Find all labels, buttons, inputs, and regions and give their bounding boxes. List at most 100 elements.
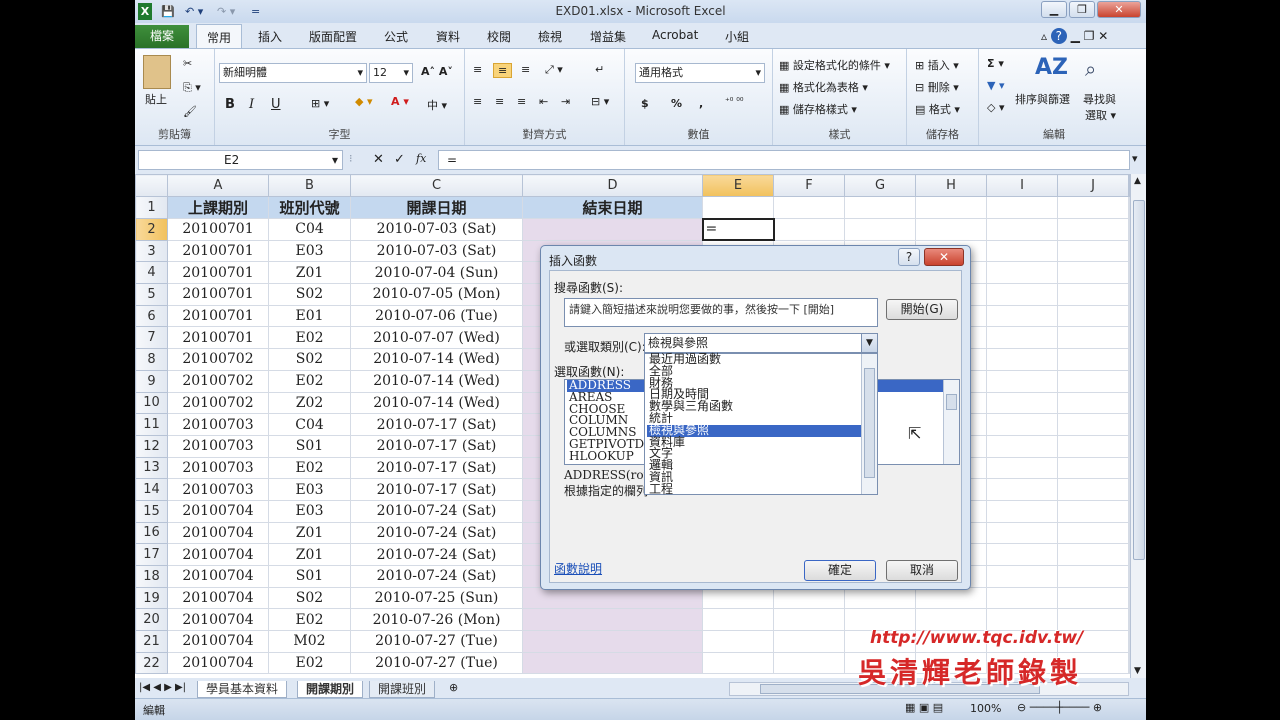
cell[interactable]: 20100703 xyxy=(167,478,269,501)
row-header[interactable]: 8 xyxy=(135,348,168,371)
cell[interactable]: 20100701 xyxy=(167,283,269,306)
cell[interactable] xyxy=(986,196,1058,219)
cell[interactable]: 20100704 xyxy=(167,543,269,566)
cell[interactable] xyxy=(1057,543,1129,566)
cell[interactable]: C04 xyxy=(268,413,351,436)
cancel-button[interactable]: 取消 xyxy=(886,560,958,581)
cell[interactable] xyxy=(702,586,774,610)
cell[interactable] xyxy=(986,218,1058,241)
binoculars-icon[interactable]: ⌕ xyxy=(1085,57,1096,81)
cell[interactable]: 2010-07-06 (Tue) xyxy=(350,304,523,328)
search-function-input[interactable]: 請鍵入簡短描述來說明您要做的事，然後按一下 [開始] xyxy=(564,298,878,327)
row-header[interactable]: 18 xyxy=(135,565,168,588)
cut-icon[interactable]: ✂ xyxy=(183,57,192,70)
cell[interactable]: Z01 xyxy=(268,543,351,566)
cell[interactable] xyxy=(986,456,1058,480)
tab-team[interactable]: 小組 xyxy=(725,28,749,45)
format-cells-button[interactable]: ▤ 格式 ▾ xyxy=(915,101,960,117)
cell[interactable]: 2010-07-26 (Mon) xyxy=(350,608,523,632)
cell[interactable]: 2010-07-24 (Sat) xyxy=(350,565,523,588)
cell[interactable] xyxy=(1057,369,1129,393)
row-header[interactable]: 22 xyxy=(135,651,168,675)
restore-button[interactable]: ❐ xyxy=(1069,1,1095,18)
cell[interactable]: 2010-07-05 (Mon) xyxy=(350,283,523,306)
function-help-link[interactable]: 函數說明 xyxy=(554,560,602,577)
border-icon[interactable]: ⊞ ▾ xyxy=(311,97,329,110)
tab-view[interactable]: 檢視 xyxy=(538,28,562,45)
ok-button[interactable]: 確定 xyxy=(804,560,876,581)
row-header[interactable]: 4 xyxy=(135,261,168,285)
go-button[interactable]: 開始(G) xyxy=(886,299,958,320)
cell[interactable]: 2010-07-24 (Sat) xyxy=(350,543,523,566)
cell[interactable] xyxy=(773,196,845,219)
sort-filter-button[interactable]: 排序與篩選 xyxy=(1015,91,1070,107)
row-header[interactable]: 21 xyxy=(135,630,168,653)
italic-button[interactable]: I xyxy=(249,97,254,112)
indent-decrease-icon[interactable]: ⇤ xyxy=(539,95,548,108)
tab-data[interactable]: 資料 xyxy=(436,28,460,45)
cell[interactable]: 2010-07-17 (Sat) xyxy=(350,456,523,480)
tab-insert[interactable]: 插入 xyxy=(258,28,282,45)
cell[interactable]: 2010-07-14 (Wed) xyxy=(350,391,523,415)
cell[interactable] xyxy=(986,478,1058,501)
cell[interactable] xyxy=(1057,304,1129,328)
underline-button[interactable]: U xyxy=(271,97,281,112)
scroll-down-icon[interactable]: ▼ xyxy=(1134,666,1141,676)
column-header-g[interactable]: G xyxy=(844,174,916,197)
zoom-level[interactable]: 100% xyxy=(970,702,1001,715)
cell[interactable]: C04 xyxy=(268,218,351,241)
column-header-a[interactable]: A xyxy=(167,174,269,197)
fill-color-icon[interactable]: ◆ ▾ xyxy=(355,95,372,108)
cell[interactable] xyxy=(986,565,1058,588)
cell[interactable]: 2010-07-07 (Wed) xyxy=(350,326,523,350)
cell[interactable]: 20100704 xyxy=(167,586,269,610)
cell[interactable]: 20100701 xyxy=(167,326,269,350)
tab-formulas[interactable]: 公式 xyxy=(384,28,408,45)
function-list-scrollbar[interactable] xyxy=(943,380,959,464)
cell[interactable]: 20100704 xyxy=(167,499,269,523)
find-button[interactable]: 尋找與 xyxy=(1083,91,1116,107)
cell[interactable]: 2010-07-24 (Sat) xyxy=(350,521,523,545)
cell[interactable]: 20100704 xyxy=(167,630,269,653)
cell[interactable]: 20100704 xyxy=(167,521,269,545)
cell[interactable] xyxy=(1057,478,1129,501)
bold-button[interactable]: B xyxy=(225,97,235,112)
cell[interactable] xyxy=(1057,521,1129,545)
cell[interactable] xyxy=(986,521,1058,545)
name-box[interactable]: E2 ▾ xyxy=(138,150,343,170)
merge-center-icon[interactable]: ⊟ ▾ xyxy=(591,95,609,108)
align-left-icon[interactable]: ≡ xyxy=(473,95,482,108)
new-sheet-icon[interactable]: ⊕ xyxy=(449,681,458,694)
row-header[interactable]: 1 xyxy=(135,196,168,219)
cell[interactable] xyxy=(1057,348,1129,371)
cell[interactable]: 2010-07-25 (Sun) xyxy=(350,586,523,610)
close-button[interactable]: ✕ xyxy=(1097,1,1141,18)
category-option[interactable]: 文字 xyxy=(647,447,877,460)
expand-formula-bar-icon[interactable]: ▾ xyxy=(1132,152,1138,165)
insert-cells-button[interactable]: ⊞ 插入 ▾ xyxy=(915,57,959,73)
cell[interactable] xyxy=(702,196,774,219)
dialog-close-button[interactable]: ✕ xyxy=(924,248,964,266)
autosum-button[interactable]: Σ ▾ xyxy=(987,57,1004,70)
cell[interactable]: 2010-07-24 (Sat) xyxy=(350,499,523,523)
delete-cells-button[interactable]: ⊟ 刪除 ▾ xyxy=(915,79,959,95)
cell[interactable] xyxy=(1057,239,1129,263)
cell[interactable]: E01 xyxy=(268,304,351,328)
cell[interactable] xyxy=(915,196,987,219)
ribbon-controls[interactable]: ▵ ? ▁ ❐ ✕ xyxy=(1041,28,1108,44)
column-header-h[interactable]: H xyxy=(915,174,987,197)
cell[interactable] xyxy=(844,586,916,610)
align-middle-icon[interactable]: ≡ xyxy=(493,63,513,78)
cell[interactable]: 20100704 xyxy=(167,608,269,632)
row-header[interactable]: 14 xyxy=(135,478,168,501)
comma-button[interactable]: , xyxy=(699,97,703,110)
cell[interactable]: 2010-07-14 (Wed) xyxy=(350,348,523,371)
cell[interactable]: E02 xyxy=(268,608,351,632)
cell[interactable] xyxy=(986,499,1058,523)
percent-button[interactable]: % xyxy=(671,97,682,110)
cell[interactable]: 2010-07-27 (Tue) xyxy=(350,630,523,653)
cell[interactable]: 2010-07-27 (Tue) xyxy=(350,651,523,675)
cell[interactable] xyxy=(702,651,774,675)
format-painter-icon[interactable]: 🖌 xyxy=(183,105,197,118)
row-header[interactable]: 16 xyxy=(135,521,168,545)
